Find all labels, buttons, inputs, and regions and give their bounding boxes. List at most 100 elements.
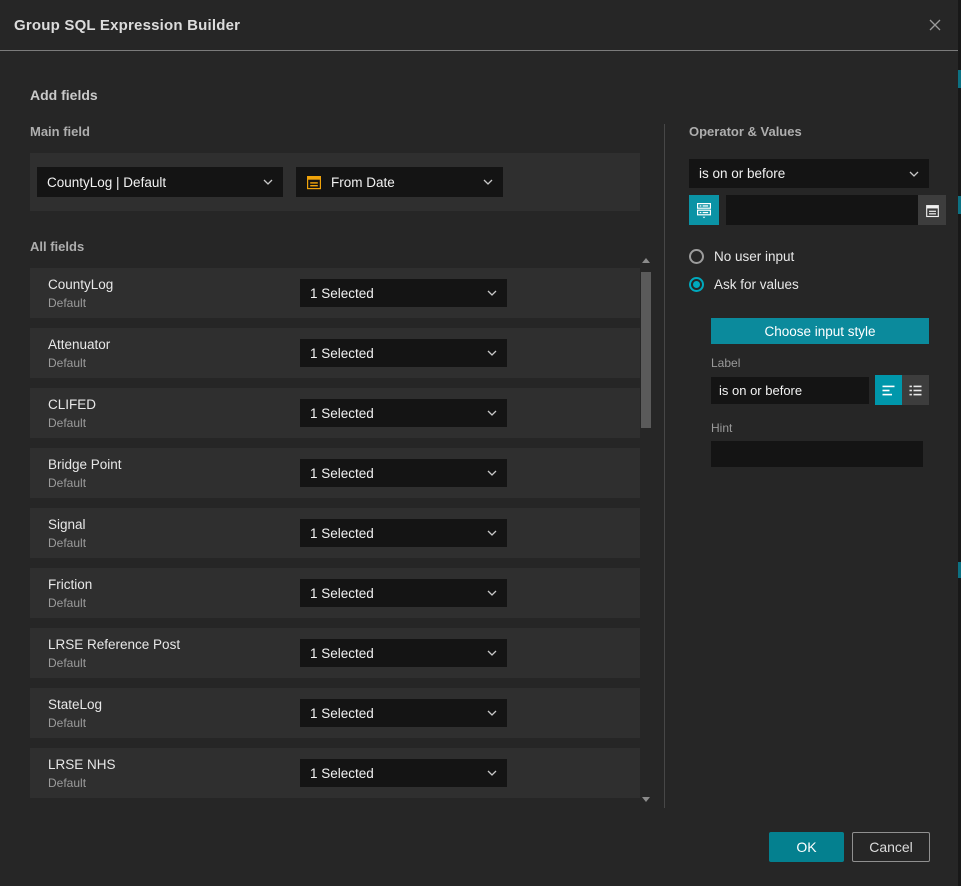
main-field-heading: Main field [30,124,640,139]
operator-dropdown[interactable]: is on or before [689,159,929,188]
radio-circle[interactable] [689,277,704,292]
main-field-dropdown[interactable]: From Date [296,167,503,197]
field-values-dropdown[interactable]: 1 Selected [300,519,507,547]
operator-dropdown-value: is on or before [699,166,901,181]
field-source: Default [48,536,300,550]
chevron-down-icon [487,710,497,716]
field-values-dropdown[interactable]: 1 Selected [300,279,507,307]
calendar-icon [306,174,322,190]
label-style-list-button[interactable] [902,375,929,405]
field-values-dropdown-value: 1 Selected [310,286,479,301]
choose-input-style-button[interactable]: Choose input style [711,318,929,344]
field-values-dropdown[interactable]: 1 Selected [300,759,507,787]
chevron-down-icon [263,179,273,185]
field-name: Friction [48,577,300,592]
field-source: Default [48,596,300,610]
field-name: Attenuator [48,337,300,352]
field-source: Default [48,716,300,730]
add-fields-heading: Add fields [30,87,961,103]
field-name: Signal [48,517,300,532]
chevron-down-icon [483,179,493,185]
field-row-bridge-point: Bridge Point Default 1 Selected [30,448,640,498]
field-values-dropdown-value: 1 Selected [310,586,479,601]
field-name: CountyLog [48,277,300,292]
all-fields-heading: All fields [30,239,640,254]
chevron-down-icon [487,290,497,296]
field-row-statelog: StateLog Default 1 Selected [30,688,640,738]
field-values-dropdown-value: 1 Selected [310,706,479,721]
radio-no-user-input[interactable]: No user input [689,249,929,264]
field-source: Default [48,356,300,370]
hint-input[interactable] [711,441,923,467]
scroll-up-icon[interactable] [642,258,650,263]
field-values-dropdown-value: 1 Selected [310,766,479,781]
layer-dropdown-value: CountyLog | Default [47,175,255,190]
close-button[interactable] [924,14,946,36]
field-values-dropdown[interactable]: 1 Selected [300,459,507,487]
label-field-label: Label [711,356,929,370]
radio-label: No user input [714,249,794,264]
chevron-down-icon [487,770,497,776]
main-field-dropdown-value: From Date [331,175,475,190]
cancel-button[interactable]: Cancel [852,832,930,862]
field-values-dropdown-value: 1 Selected [310,526,479,541]
close-icon [925,15,945,35]
field-name: StateLog [48,697,300,712]
field-values-dropdown[interactable]: 1 Selected [300,699,507,727]
value-input-type-button[interactable] [689,195,719,225]
dialog-titlebar: Group SQL Expression Builder [0,0,961,51]
chevron-down-icon [487,350,497,356]
date-picker-button[interactable] [918,195,946,225]
hint-field-label: Hint [711,421,929,435]
field-source: Default [48,416,300,430]
field-values-dropdown-value: 1 Selected [310,406,479,421]
all-fields-list: CountyLog Default 1 Selected Attenuator … [30,268,640,798]
dialog-title: Group SQL Expression Builder [14,17,240,34]
field-row-friction: Friction Default 1 Selected [30,568,640,618]
calendar-icon [925,203,940,218]
group-sql-expression-builder-dialog: Group SQL Expression Builder Add fields … [0,0,961,886]
radio-label: Ask for values [714,277,799,292]
field-row-lrse-reference-post: LRSE Reference Post Default 1 Selected [30,628,640,678]
chevron-down-icon [909,171,919,177]
field-values-dropdown-value: 1 Selected [310,346,479,361]
field-source: Default [48,776,300,790]
value-date-input[interactable] [726,195,918,225]
field-name: Bridge Point [48,457,300,472]
field-values-dropdown-value: 1 Selected [310,646,479,661]
label-style-single-line-button[interactable] [875,375,902,405]
layer-dropdown[interactable]: CountyLog | Default [37,167,283,197]
field-source: Default [48,296,300,310]
operator-values-heading: Operator & Values [689,124,929,139]
bullet-list-icon [907,382,924,399]
field-source: Default [48,656,300,670]
field-row-countylog: CountyLog Default 1 Selected [30,268,640,318]
field-values-dropdown[interactable]: 1 Selected [300,639,507,667]
field-row-clifed: CLIFED Default 1 Selected [30,388,640,438]
ok-button[interactable]: OK [769,832,844,862]
radio-ask-for-values[interactable]: Ask for values [689,277,929,292]
column-divider [664,124,665,808]
field-values-dropdown[interactable]: 1 Selected [300,339,507,367]
chevron-down-icon [487,530,497,536]
field-name: LRSE NHS [48,757,300,772]
chevron-down-icon [487,650,497,656]
field-row-attenuator: Attenuator Default 1 Selected [30,328,640,378]
field-source: Default [48,476,300,490]
field-values-dropdown[interactable]: 1 Selected [300,399,507,427]
align-left-icon [880,382,897,399]
field-row-lrse-nhs: LRSE NHS Default 1 Selected [30,748,640,798]
field-values-dropdown[interactable]: 1 Selected [300,579,507,607]
fields-list-scrollbar[interactable] [641,258,652,802]
main-field-panel: CountyLog | Default From Date [30,153,640,211]
radio-circle[interactable] [689,249,704,264]
field-name: CLIFED [48,397,300,412]
chevron-down-icon [487,410,497,416]
scroll-down-icon[interactable] [642,797,650,802]
field-values-dropdown-value: 1 Selected [310,466,479,481]
label-input[interactable] [711,377,869,404]
field-row-signal: Signal Default 1 Selected [30,508,640,558]
scrollbar-thumb[interactable] [641,272,651,428]
chevron-down-icon [487,470,497,476]
chevron-down-icon [487,590,497,596]
